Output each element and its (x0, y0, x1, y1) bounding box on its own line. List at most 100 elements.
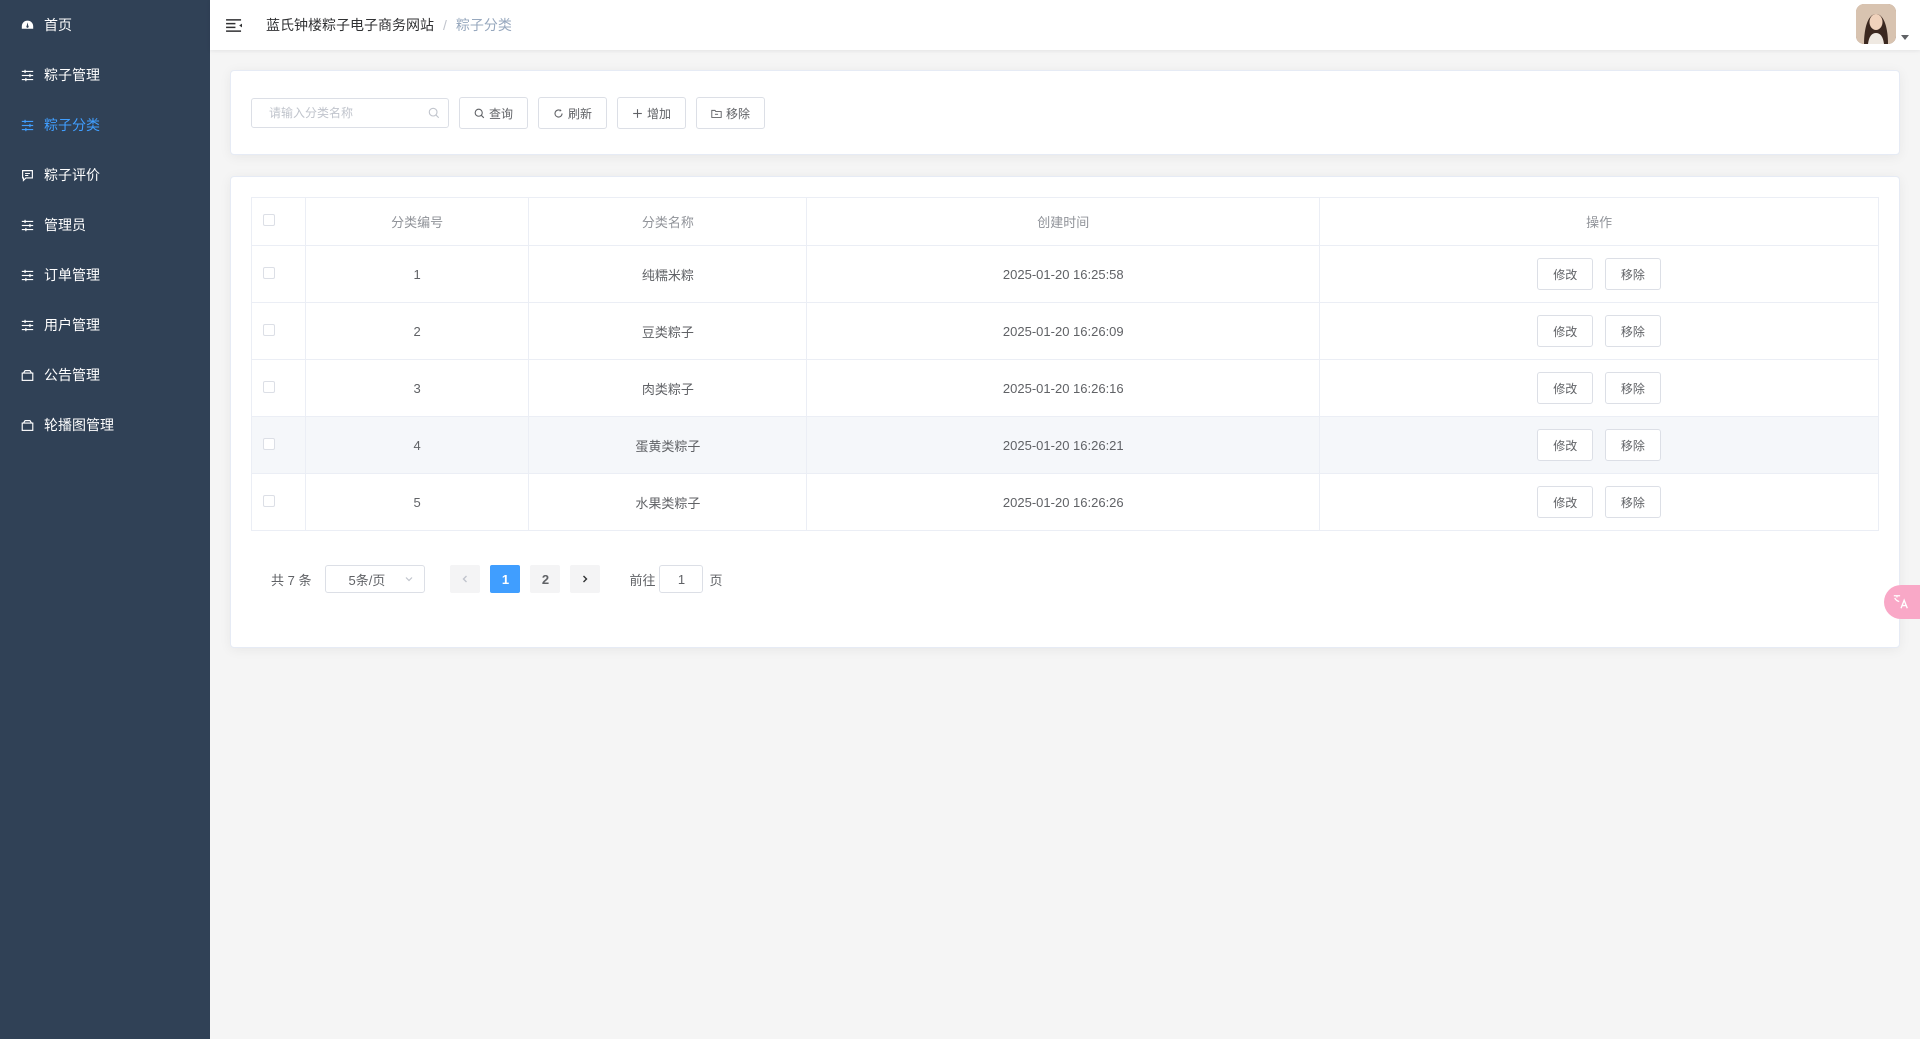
sidebar-item-label: 管理员 (44, 217, 86, 233)
row-checkbox[interactable] (263, 437, 275, 450)
sidebar-item-label: 粽子分类 (44, 117, 100, 133)
cell-id: 3 (304, 359, 530, 417)
pagination-total: 共 7 条 (271, 572, 312, 588)
refresh-button[interactable]: 刷新 (538, 97, 608, 129)
row-checkbox[interactable] (263, 266, 275, 279)
row-checkbox[interactable] (263, 323, 275, 336)
sidebar-item-carousel[interactable]: 轮播图管理 (0, 400, 210, 450)
user-avatar-dropdown[interactable] (1856, 4, 1910, 44)
cell-name: 豆类粽子 (528, 302, 808, 360)
sliders-icon (20, 218, 34, 232)
row-checkbox-cell (251, 473, 306, 531)
row-checkbox-cell (251, 245, 306, 303)
sidebar-item-label: 首页 (44, 17, 72, 33)
sliders-icon (20, 268, 34, 282)
delete-button[interactable]: 移除 (1604, 486, 1661, 518)
search-icon (474, 108, 485, 118)
sliders-icon (20, 318, 34, 332)
sidebar-item-label: 订单管理 (44, 267, 100, 283)
select-all-checkbox[interactable] (263, 214, 275, 226)
batch-remove-button[interactable]: 移除 (696, 97, 766, 129)
cell-created: 2025-01-20 16:25:58 (806, 245, 1321, 303)
header-checkbox-cell (251, 197, 306, 246)
cell-id: 2 (304, 302, 530, 360)
delete-button[interactable]: 移除 (1604, 315, 1661, 347)
avatar[interactable] (1856, 4, 1896, 44)
edit-button[interactable]: 修改 (1537, 372, 1594, 404)
next-page-button[interactable] (570, 565, 601, 593)
cell-id: 5 (304, 473, 530, 531)
sidebar-item-zongzi-management[interactable]: 粽子管理 (0, 50, 210, 100)
column-header-created: 创建时间 (806, 197, 1321, 246)
row-checkbox-cell (251, 359, 306, 417)
sliders-icon (20, 118, 34, 132)
breadcrumb-separator: / (443, 17, 447, 33)
row-checkbox[interactable] (263, 380, 275, 393)
column-header-name: 分类名称 (528, 197, 808, 246)
sidebar-item-zongzi-category[interactable]: 粽子分类 (0, 100, 210, 150)
sidebar-item-label: 公告管理 (44, 367, 100, 383)
search-button[interactable]: 查询 (459, 97, 529, 129)
topbar: 蓝氏钟楼粽子电子商务网站 / 粽子分类 (210, 0, 1920, 50)
column-header-id: 分类编号 (304, 197, 530, 246)
sidebar-item-announcements[interactable]: 公告管理 (0, 350, 210, 400)
box-icon (20, 418, 34, 432)
breadcrumb-home[interactable]: 蓝氏钟楼粽子电子商务网站 (266, 15, 434, 35)
cell-created: 2025-01-20 16:26:21 (806, 416, 1321, 474)
edit-button[interactable]: 修改 (1537, 486, 1594, 518)
chevron-left-icon (462, 575, 468, 583)
sliders-icon (20, 68, 34, 82)
delete-button[interactable]: 移除 (1604, 429, 1661, 461)
row-checkbox[interactable] (263, 494, 275, 507)
plus-icon (633, 108, 642, 118)
pagination: 共 7 条 5条/页 1 2 前往 页 (271, 565, 723, 593)
cell-created: 2025-01-20 16:26:26 (806, 473, 1321, 531)
category-table: 分类编号 分类名称 创建时间 操作 1 纯糯米粽 2025-01-20 16:2… (251, 197, 1879, 531)
search-field[interactable] (251, 98, 449, 128)
sidebar-item-orders[interactable]: 订单管理 (0, 250, 210, 300)
prev-page-button[interactable] (450, 565, 481, 593)
add-button-label: 增加 (647, 106, 672, 121)
goto-prefix: 前往 (629, 572, 656, 588)
goto-page-input[interactable] (659, 565, 704, 593)
sidebar-item-label: 轮播图管理 (44, 417, 114, 433)
edit-button[interactable]: 修改 (1537, 258, 1594, 290)
cell-name: 纯糯米粽 (528, 245, 808, 303)
refresh-icon (554, 108, 563, 118)
batch-remove-button-label: 移除 (726, 106, 751, 121)
page-number-1[interactable]: 1 (490, 565, 521, 593)
search-panel: 查询 刷新 增加 移除 (230, 70, 1900, 155)
table-panel: 分类编号 分类名称 创建时间 操作 1 纯糯米粽 2025-01-20 16:2… (230, 176, 1900, 648)
page-number-2[interactable]: 2 (530, 565, 561, 593)
cell-id: 4 (304, 416, 530, 474)
row-checkbox-cell (251, 302, 306, 360)
row-checkbox-cell (251, 416, 306, 474)
delete-button[interactable]: 移除 (1604, 372, 1661, 404)
sidebar-item-admin[interactable]: 管理员 (0, 200, 210, 250)
sidebar-item-zongzi-review[interactable]: 粽子评价 (0, 150, 210, 200)
sidebar-item-users[interactable]: 用户管理 (0, 300, 210, 350)
translate-float-button[interactable] (1884, 585, 1920, 619)
hamburger-menu-icon[interactable] (226, 15, 246, 35)
cell-name: 蛋黄类粽子 (528, 416, 808, 474)
search-icon (428, 107, 440, 119)
table-row: 1 纯糯米粽 2025-01-20 16:25:58 修改 移除 (251, 245, 1879, 303)
sidebar-item-home[interactable]: 首页 (0, 0, 210, 50)
breadcrumb-current: 粽子分类 (455, 17, 512, 33)
cell-actions: 修改 移除 (1319, 473, 1879, 531)
table-row: 4 蛋黄类粽子 2025-01-20 16:26:21 修改 移除 (251, 416, 1879, 474)
add-button[interactable]: 增加 (617, 97, 687, 129)
delete-button[interactable]: 移除 (1604, 258, 1661, 290)
cell-name: 肉类粽子 (528, 359, 808, 417)
edit-button[interactable]: 修改 (1537, 315, 1594, 347)
comment-icon (20, 168, 34, 182)
page-size-select[interactable]: 5条/页 (325, 565, 426, 593)
search-toolbar: 查询 刷新 增加 移除 (251, 97, 775, 129)
box-icon (20, 368, 34, 382)
search-input[interactable] (267, 105, 428, 121)
cell-name: 水果类粽子 (528, 473, 808, 531)
chevron-right-icon (583, 575, 588, 583)
edit-button[interactable]: 修改 (1537, 429, 1594, 461)
cell-created: 2025-01-20 16:26:09 (806, 302, 1321, 360)
caret-down-icon (1901, 35, 1909, 40)
